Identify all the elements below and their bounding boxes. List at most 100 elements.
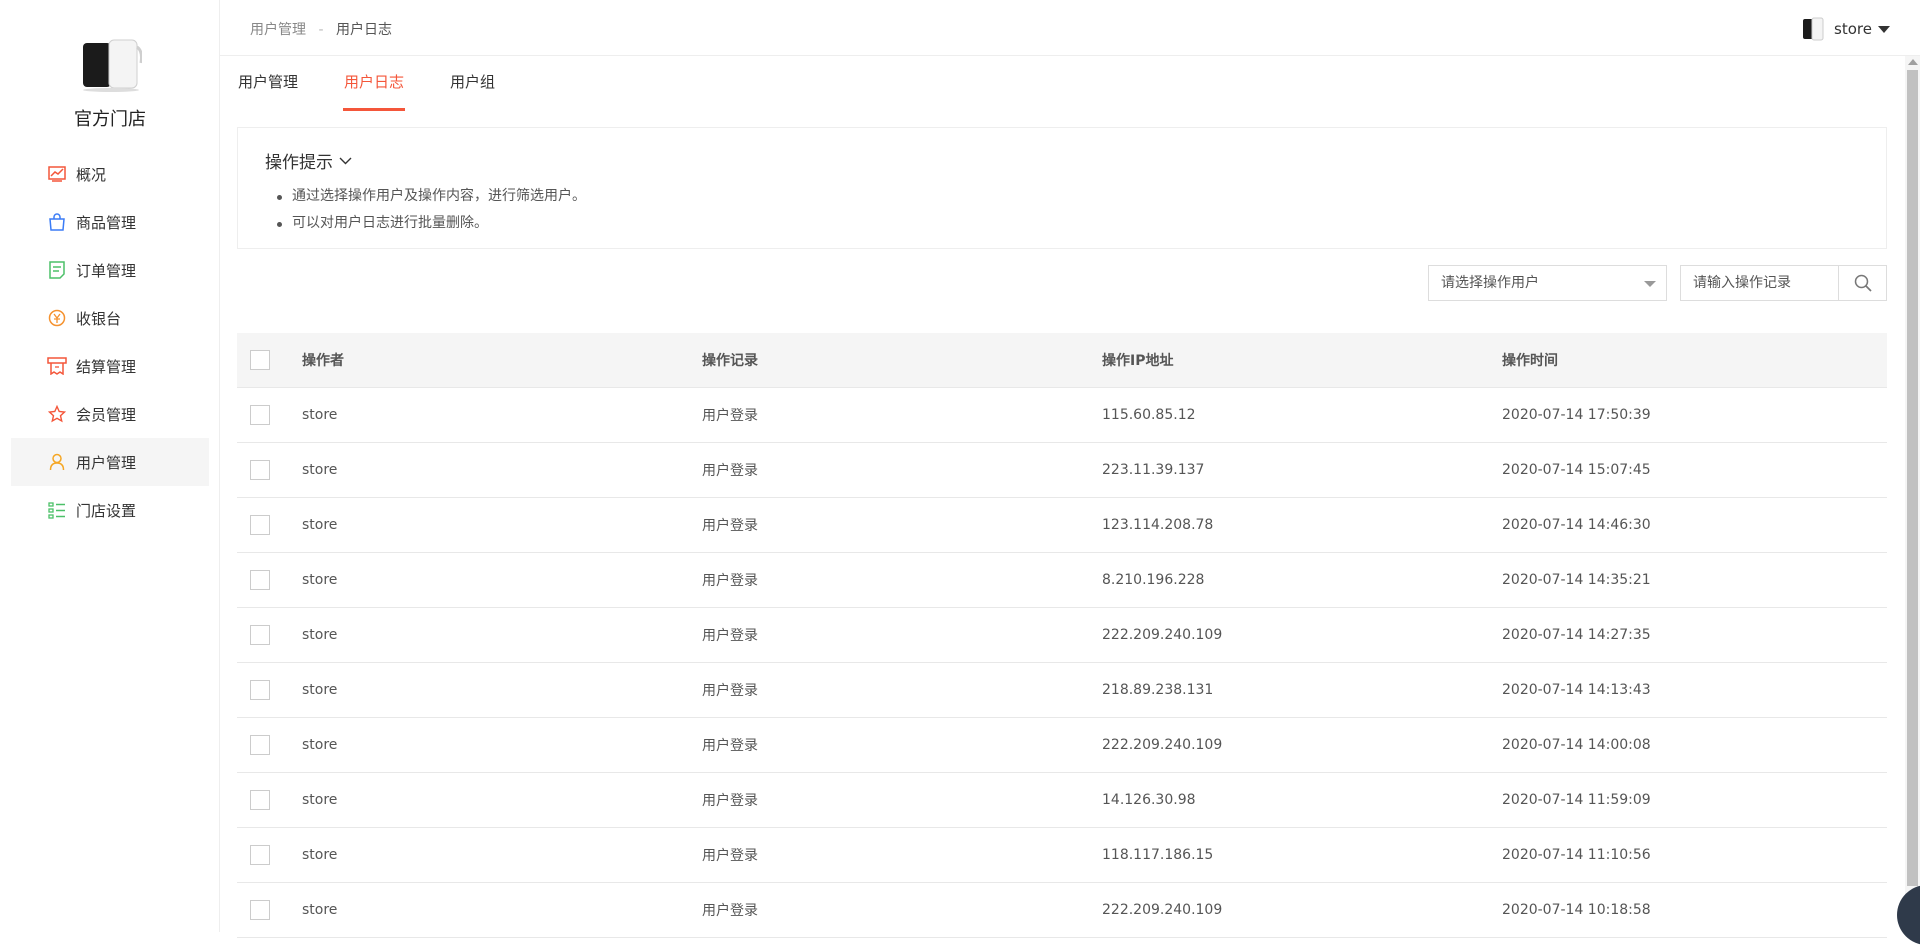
store-settings-icon — [47, 500, 67, 520]
tips-title: 操作提示 — [265, 153, 333, 173]
sidebar-item-label: 商品管理 — [76, 213, 137, 232]
sidebar-item-users[interactable]: 用户管理 — [11, 438, 209, 486]
cell-time: 2020-07-14 14:27:35 — [1502, 627, 1651, 643]
record-search — [1680, 265, 1887, 301]
user-select[interactable]: 请选择操作用户 — [1428, 265, 1667, 301]
row-checkbox[interactable] — [250, 405, 270, 425]
cell-record: 用户登录 — [702, 628, 758, 644]
scrollbar-thumb[interactable] — [1907, 70, 1918, 886]
sidebar-nav: 概况 商品管理 订单管理 收银台 结算管理 会员管理 用户管理 门店设置 — [11, 150, 209, 534]
user-menu[interactable]: store — [1801, 16, 1890, 42]
cell-time: 2020-07-14 14:00:08 — [1502, 737, 1651, 753]
sidebar-item-label: 订单管理 — [76, 261, 137, 280]
cell-record: 用户登录 — [702, 903, 758, 919]
sidebar-item-label: 概况 — [76, 165, 107, 184]
row-checkbox[interactable] — [250, 570, 270, 590]
cell-operator: store — [302, 627, 338, 643]
cell-record: 用户登录 — [702, 848, 758, 864]
row-checkbox[interactable] — [250, 790, 270, 810]
member-star-icon — [47, 404, 67, 424]
search-button[interactable] — [1839, 266, 1886, 300]
chat-bubble[interactable] — [1897, 885, 1920, 945]
row-checkbox[interactable] — [250, 845, 270, 865]
sidebar-item-cashier[interactable]: 收银台 — [11, 294, 209, 342]
cell-ip: 222.209.240.109 — [1102, 627, 1223, 643]
table-row: store 用户登录 123.114.208.78 2020-07-14 14:46:… — [237, 498, 1887, 553]
sidebar: 官方门店 概况 商品管理 订单管理 收银台 结算管理 会员管理 用户管理 门店设… — [0, 0, 220, 932]
cell-operator: store — [302, 737, 338, 753]
breadcrumb-item[interactable]: 用户管理 — [250, 22, 306, 38]
cell-record: 用户登录 — [702, 738, 758, 754]
cell-operator: store — [302, 792, 338, 808]
order-list-icon — [47, 260, 67, 280]
search-input[interactable] — [1681, 266, 1839, 300]
table-row: store 用户登录 223.11.39.137 2020-07-14 15:07:4… — [237, 443, 1887, 498]
select-all-checkbox[interactable] — [250, 350, 270, 370]
sidebar-item-label: 门店设置 — [76, 501, 137, 520]
sidebar-item-label: 结算管理 — [76, 357, 137, 376]
table-row: store 用户登录 14.126.30.98 2020-07-14 11:59:09 — [237, 773, 1887, 828]
scroll-up-icon[interactable] — [1908, 59, 1918, 65]
row-checkbox[interactable] — [250, 680, 270, 700]
cell-time: 2020-07-14 10:18:58 — [1502, 902, 1651, 918]
avatar — [1803, 17, 1824, 41]
table-body: store 用户登录 115.60.85.12 2020-07-14 17:50:39… — [237, 388, 1887, 938]
sidebar-item-label: 用户管理 — [76, 453, 137, 472]
row-checkbox[interactable] — [250, 735, 270, 755]
tips-toggle[interactable]: 操作提示 — [265, 148, 352, 173]
username: store — [1834, 20, 1872, 38]
sidebar-item-settlement[interactable]: 结算管理 — [11, 342, 209, 390]
tab-user-log[interactable]: 用户日志 — [343, 56, 406, 112]
cell-operator: store — [302, 902, 338, 918]
sidebar-item-overview[interactable]: 概况 — [11, 150, 209, 198]
cell-ip: 222.209.240.109 — [1102, 737, 1223, 753]
store-logo — [83, 39, 142, 92]
cell-ip: 223.11.39.137 — [1102, 462, 1205, 478]
row-checkbox[interactable] — [250, 515, 270, 535]
cell-time: 2020-07-14 15:07:45 — [1502, 462, 1651, 478]
cell-operator: store — [302, 407, 338, 423]
sidebar-item-label: 收银台 — [76, 309, 122, 328]
col-record: 操作记录 — [702, 353, 758, 369]
cell-record: 用户登录 — [702, 463, 758, 479]
row-checkbox[interactable] — [250, 900, 270, 920]
cell-record: 用户登录 — [702, 408, 758, 424]
cell-time: 2020-07-14 11:59:09 — [1502, 792, 1651, 808]
sidebar-item-products[interactable]: 商品管理 — [11, 198, 209, 246]
cell-ip: 115.60.85.12 — [1102, 407, 1196, 423]
sidebar-item-store-settings[interactable]: 门店设置 — [11, 486, 209, 534]
cell-time: 2020-07-14 17:50:39 — [1502, 407, 1651, 423]
user-select-placeholder: 请选择操作用户 — [1441, 275, 1539, 291]
table-row: store 用户登录 222.209.240.109 2020-07-14 10:18… — [237, 883, 1887, 938]
user-log-table: 操作者 操作记录 操作IP地址 操作时间 store 用户登录 115.60.85.… — [237, 333, 1887, 938]
tab-bar: 用户管理 用户日志 用户组 — [237, 56, 540, 112]
store-name: 官方门店 — [74, 109, 146, 130]
sidebar-item-orders[interactable]: 订单管理 — [11, 246, 209, 294]
cell-ip: 8.210.196.228 — [1102, 572, 1205, 588]
search-icon — [1854, 274, 1872, 292]
cell-record: 用户登录 — [702, 573, 758, 589]
tip-item: 通过选择操作用户及操作内容，进行筛选用户。 — [277, 183, 586, 210]
scrollbar[interactable] — [1905, 56, 1920, 932]
chart-icon — [47, 164, 67, 184]
table-row: store 用户登录 8.210.196.228 2020-07-14 14:35:2… — [237, 553, 1887, 608]
tip-item: 可以对用户日志进行批量删除。 — [277, 210, 586, 237]
row-checkbox[interactable] — [250, 460, 270, 480]
cell-time: 2020-07-14 14:35:21 — [1502, 572, 1651, 588]
sidebar-item-members[interactable]: 会员管理 — [11, 390, 209, 438]
col-ip: 操作IP地址 — [1102, 353, 1174, 369]
cell-ip: 222.209.240.109 — [1102, 902, 1223, 918]
cell-time: 2020-07-14 14:46:30 — [1502, 517, 1651, 533]
cashier-icon — [47, 308, 67, 328]
sidebar-item-label: 会员管理 — [76, 405, 137, 424]
chevron-down-icon — [339, 157, 352, 164]
cell-time: 2020-07-14 11:10:56 — [1502, 847, 1651, 863]
cell-operator: store — [302, 462, 338, 478]
shopping-bag-icon — [47, 212, 67, 232]
tab-user-management[interactable]: 用户管理 — [237, 56, 299, 112]
cell-ip: 123.114.208.78 — [1102, 517, 1214, 533]
cell-ip: 218.89.238.131 — [1102, 682, 1214, 698]
tips-list: 通过选择操作用户及操作内容，进行筛选用户。 可以对用户日志进行批量删除。 — [277, 183, 586, 237]
tab-user-group[interactable]: 用户组 — [449, 56, 496, 112]
row-checkbox[interactable] — [250, 625, 270, 645]
